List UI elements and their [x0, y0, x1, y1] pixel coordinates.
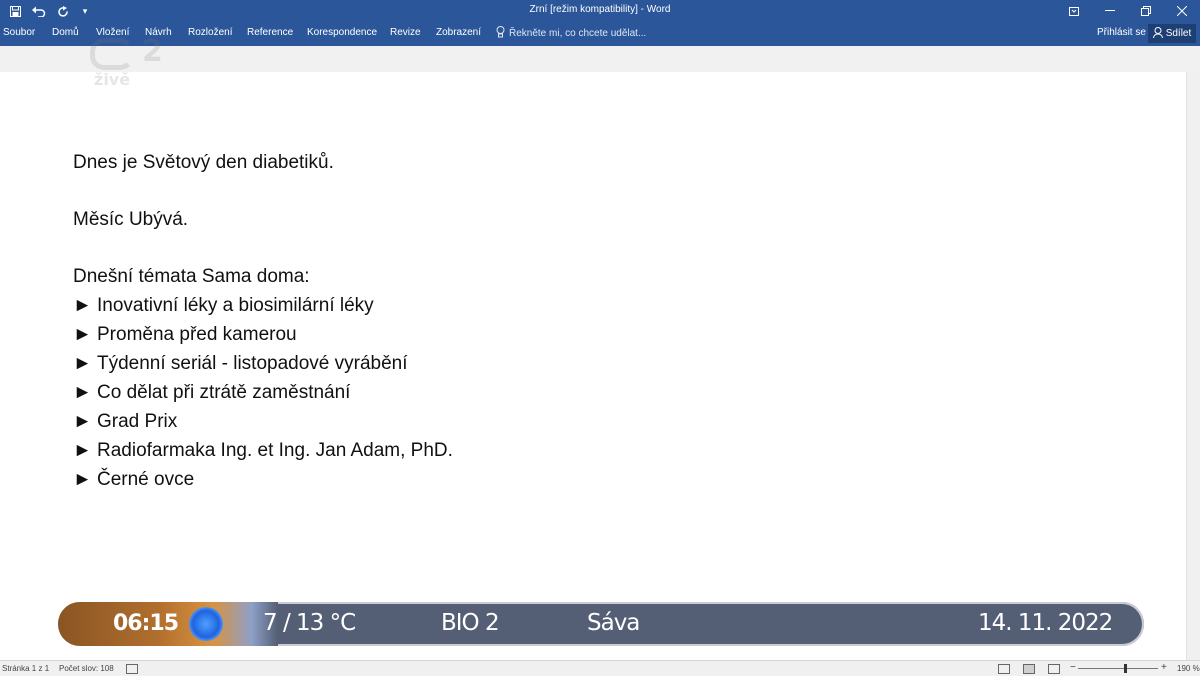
zoom-level[interactable]: 190 %	[1177, 664, 1200, 673]
share-button[interactable]: Sdílet	[1148, 24, 1196, 43]
page-count[interactable]: Stránka 1 z 1	[2, 664, 49, 673]
proofing-icon[interactable]	[126, 664, 138, 674]
lightbulb-icon	[496, 26, 505, 41]
sign-in-link[interactable]: Přihlásit se	[1097, 27, 1146, 38]
share-label: Sdílet	[1165, 28, 1192, 39]
title-bar: ▾ Zrní [režim kompatibility] - Word	[0, 0, 1200, 22]
window-controls	[1056, 0, 1200, 22]
ticker-date: 14. 11. 2022	[978, 610, 1113, 636]
topic-item: ► Radiofarmaka Ing. et Ing. Jan Adam, PhD…	[73, 436, 453, 465]
sun-icon	[189, 607, 223, 641]
topic-item: ► Inovativní léky a biosimilární léky	[73, 291, 453, 320]
ticker-nameday: Sáva	[587, 610, 640, 636]
ribbon-tabs: Soubor Domů Vložení Návrh Rozložení Refe…	[0, 22, 1200, 46]
topic-item: ► Týdenní seriál - listopadové vyrábění	[73, 349, 453, 378]
paragraph-diabetes-day: Dnes je Světový den diabetiků.	[73, 152, 334, 173]
read-mode-icon[interactable]	[998, 664, 1010, 674]
tell-me-search[interactable]: Řekněte mi, co chcete udělat...	[496, 26, 646, 41]
web-layout-icon[interactable]	[1048, 664, 1060, 674]
tab-mailings[interactable]: Korespondence	[307, 27, 377, 38]
tab-view[interactable]: Zobrazení	[436, 27, 481, 38]
topic-item: ► Grad Prix	[73, 407, 453, 436]
zoom-in-icon[interactable]: +	[1161, 662, 1167, 673]
topic-text: Co dělat při ztrátě zaměstnání	[97, 382, 351, 403]
tab-review[interactable]: Revize	[390, 27, 421, 38]
ticker-time: 06:15	[113, 611, 179, 636]
topic-item: ► Co dělat při ztrátě zaměstnání	[73, 378, 453, 407]
topic-text: Inovativní léky a biosimilární léky	[97, 295, 374, 316]
vertical-scrollbar[interactable]	[1186, 72, 1200, 660]
bullet-arrow-icon: ►	[73, 440, 92, 461]
ruler-band	[0, 46, 1200, 73]
topic-text: Radiofarmaka Ing. et Ing. Jan Adam, PhD.	[97, 440, 453, 461]
restore-icon[interactable]	[1128, 0, 1164, 22]
logo-mark-icon	[90, 38, 134, 70]
zoom-slider[interactable]	[1078, 668, 1158, 669]
tab-home[interactable]: Domů	[52, 27, 79, 38]
logo-text: živě	[94, 70, 131, 89]
bullet-arrow-icon: ►	[73, 295, 92, 316]
bullet-arrow-icon: ►	[73, 469, 92, 490]
zoom-out-icon[interactable]: −	[1070, 662, 1076, 673]
ticker-channel: BIO 2	[441, 610, 500, 636]
bullet-arrow-icon: ►	[73, 324, 92, 345]
document-body[interactable]: Dnes je Světový den diabetiků. Měsíc Ubý…	[73, 148, 453, 494]
tell-me-text: Řekněte mi, co chcete udělat...	[509, 28, 647, 39]
tab-references[interactable]: Reference	[247, 27, 293, 38]
topic-text: Grad Prix	[97, 411, 178, 432]
zoom-slider-thumb[interactable]	[1124, 664, 1127, 673]
word-count[interactable]: Počet slov: 108	[59, 664, 114, 673]
close-icon[interactable]	[1164, 0, 1200, 22]
topics-heading: Dnešní témata Sama doma:	[73, 266, 310, 287]
window-title: Zrní [režim kompatibility] - Word	[529, 4, 671, 15]
bullet-arrow-icon: ►	[73, 353, 92, 374]
tab-file[interactable]: Soubor	[3, 27, 35, 38]
paragraph-moon-phase: Měsíc Ubývá.	[73, 209, 189, 230]
person-icon	[1152, 26, 1163, 41]
tab-layout[interactable]: Rozložení	[188, 27, 232, 38]
bullet-arrow-icon: ►	[73, 382, 92, 403]
ribbon-display-icon[interactable]	[1056, 0, 1092, 22]
logo-number: 2	[142, 34, 163, 69]
status-bar: Stránka 1 z 1 Počet slov: 108 − + 190 %	[0, 660, 1200, 676]
topic-text: Týdenní seriál - listopadové vyrábění	[97, 353, 408, 374]
tv-ticker-bar: 06:15 7 / 13 °C BIO 2 Sáva 14. 11. 2022	[58, 602, 1144, 646]
topic-item: ► Černé ovce	[73, 465, 453, 494]
minimize-icon[interactable]	[1092, 0, 1128, 22]
bullet-arrow-icon: ►	[73, 411, 92, 432]
print-layout-icon[interactable]	[1023, 664, 1035, 674]
topic-item: ► Proměna před kamerou	[73, 320, 453, 349]
ticker-weather: 7 / 13 °C	[263, 610, 356, 636]
topic-text: Černé ovce	[97, 469, 195, 490]
tab-insert[interactable]: Vložení	[96, 27, 129, 38]
empty-line	[73, 177, 453, 205]
empty-line	[73, 234, 453, 262]
topic-text: Proměna před kamerou	[97, 324, 297, 345]
